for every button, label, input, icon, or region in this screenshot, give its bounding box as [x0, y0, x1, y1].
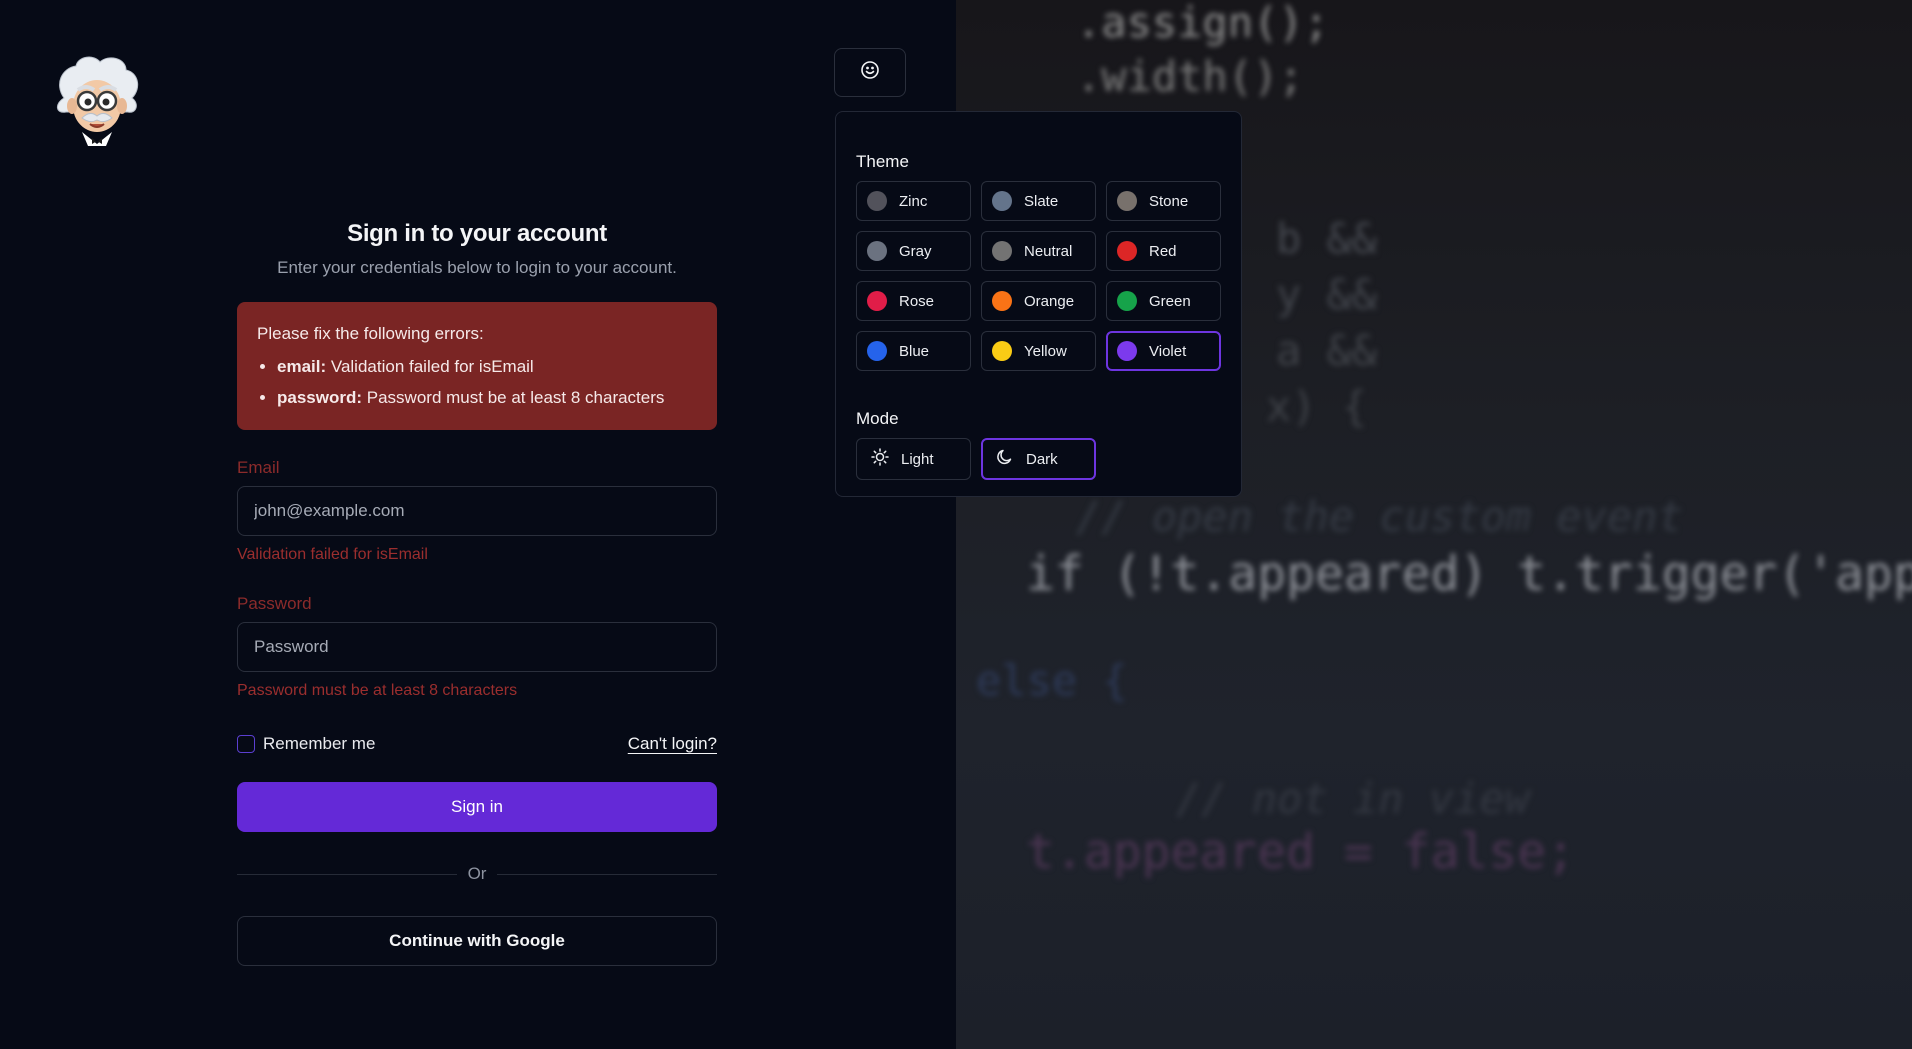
- error-list: email: Validation failed for isEmail pas…: [257, 354, 697, 410]
- theme-label: Rose: [899, 292, 935, 310]
- einstein-logo: [52, 54, 142, 146]
- mode-row: Light Dark: [856, 438, 1221, 480]
- mode-label: Dark: [1026, 450, 1058, 468]
- code-line: .assign();: [1076, 0, 1329, 47]
- google-sign-in-button[interactable]: Continue with Google: [237, 916, 717, 966]
- color-swatch: [867, 241, 887, 261]
- color-swatch: [1117, 291, 1137, 311]
- error-message: Validation failed for isEmail: [330, 357, 534, 376]
- mode-light-button[interactable]: Light: [856, 438, 971, 480]
- code-line: x) {: [1266, 382, 1368, 431]
- theme-label: Red: [1149, 242, 1177, 260]
- theme-option-rose[interactable]: Rose: [856, 281, 971, 321]
- divider-line: [237, 873, 457, 875]
- color-swatch: [992, 341, 1012, 361]
- color-swatch: [867, 341, 887, 361]
- color-swatch: [867, 191, 887, 211]
- theme-option-yellow[interactable]: Yellow: [981, 331, 1096, 371]
- mode-dark-button[interactable]: Dark: [981, 438, 1096, 480]
- theme-option-neutral[interactable]: Neutral: [981, 231, 1096, 271]
- email-field[interactable]: [237, 486, 717, 536]
- login-panel: Sign in to your account Enter your crede…: [0, 0, 956, 1049]
- theme-label: Zinc: [899, 192, 928, 210]
- theme-option-slate[interactable]: Slate: [981, 181, 1096, 221]
- mode-label: Light: [901, 450, 934, 468]
- color-swatch: [1117, 341, 1137, 361]
- divider-label: Or: [467, 864, 487, 883]
- code-line: b &&: [1276, 214, 1378, 263]
- remember-label: Remember me: [263, 734, 376, 753]
- theme-grid: Zinc Slate Stone Gray Neutral Red Rose Orange Gr…: [856, 181, 1221, 371]
- smiley-icon: [860, 60, 880, 85]
- theme-option-stone[interactable]: Stone: [1106, 181, 1221, 221]
- code-line: y &&: [1276, 270, 1378, 319]
- password-error: Password must be at least 8 characters: [237, 682, 518, 699]
- color-swatch: [867, 291, 887, 311]
- theme-label: Yellow: [1024, 342, 1067, 360]
- password-field[interactable]: [237, 622, 717, 672]
- theme-picker-popover: Theme Zinc Slate Stone Gray Neutral Red Rose Or…: [835, 111, 1242, 497]
- page-subtitle: Enter your credentials below to login to…: [277, 258, 677, 277]
- theme-label: Gray: [899, 242, 932, 260]
- color-swatch: [992, 291, 1012, 311]
- sign-in-button[interactable]: Sign in: [237, 782, 717, 832]
- error-summary: Please fix the following errors: email: …: [237, 302, 717, 430]
- theme-option-orange[interactable]: Orange: [981, 281, 1096, 321]
- error-item-email: email: Validation failed for isEmail: [277, 354, 697, 379]
- theme-label: Slate: [1024, 192, 1059, 210]
- theme-toggle-button[interactable]: [834, 48, 906, 97]
- error-field-name: password:: [277, 388, 363, 407]
- theme-label: Blue: [899, 342, 930, 360]
- theme-option-red[interactable]: Red: [1106, 231, 1221, 271]
- error-message: Password must be at least 8 characters: [366, 388, 665, 407]
- color-swatch: [1117, 241, 1137, 261]
- or-divider: Or: [237, 864, 718, 884]
- error-field-name: email:: [277, 357, 327, 376]
- theme-option-zinc[interactable]: Zinc: [856, 181, 971, 221]
- theme-option-blue[interactable]: Blue: [856, 331, 971, 371]
- code-line: // open the custom event: [1076, 492, 1683, 541]
- color-swatch: [992, 241, 1012, 261]
- email-label: Email: [237, 458, 280, 477]
- error-item-password: password: Password must be at least 8 ch…: [277, 385, 697, 410]
- theme-label: Neutral: [1024, 242, 1073, 260]
- theme-option-green[interactable]: Green: [1106, 281, 1221, 321]
- sun-icon: [871, 448, 901, 470]
- theme-label: Stone: [1149, 192, 1189, 210]
- color-swatch: [1117, 191, 1137, 211]
- theme-label: Orange: [1024, 292, 1075, 310]
- remember-row: Remember me Can't login?: [237, 734, 717, 754]
- remember-checkbox[interactable]: [237, 735, 255, 753]
- theme-label: Green: [1149, 292, 1191, 310]
- moon-icon: [996, 448, 1026, 470]
- code-line: else {: [976, 656, 1128, 705]
- code-line: .width();: [1076, 52, 1304, 101]
- password-label: Password: [237, 594, 312, 613]
- divider-line: [497, 873, 718, 875]
- error-summary-heading: Please fix the following errors:: [257, 324, 484, 343]
- code-line: a &&: [1276, 326, 1378, 375]
- email-error: Validation failed for isEmail: [237, 546, 428, 563]
- cant-login-link[interactable]: Can't login?: [628, 734, 717, 754]
- page-title: Sign in to your account: [347, 220, 607, 247]
- remember-me[interactable]: Remember me: [237, 734, 375, 754]
- mode-heading: Mode: [856, 409, 899, 428]
- theme-heading: Theme: [856, 152, 909, 171]
- code-line: if (!t.appeared) t.trigger('appear': [1026, 546, 1912, 602]
- theme-option-violet[interactable]: Violet: [1106, 331, 1221, 371]
- code-line: // not in view: [1176, 774, 1531, 823]
- code-line: t.appeared = false;: [1026, 824, 1576, 880]
- theme-label: Violet: [1149, 342, 1187, 360]
- login-form: Sign in to your account Enter your crede…: [237, 220, 718, 966]
- theme-option-gray[interactable]: Gray: [856, 231, 971, 271]
- color-swatch: [992, 191, 1012, 211]
